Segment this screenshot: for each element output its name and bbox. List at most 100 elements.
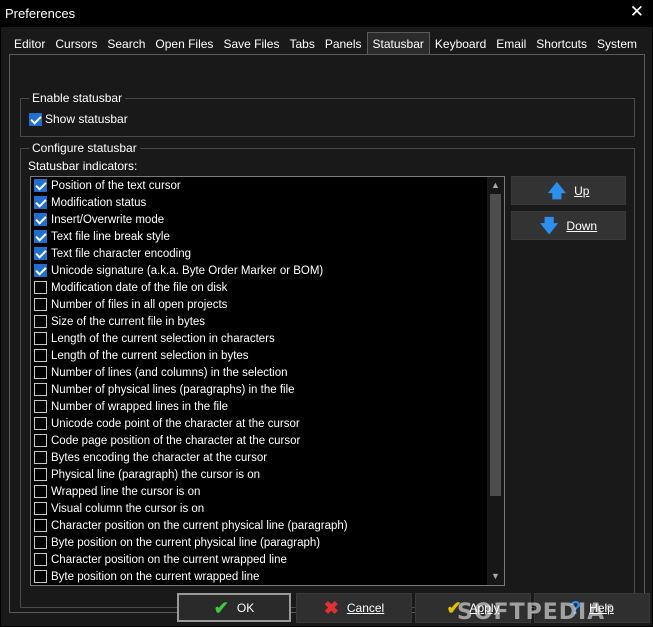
tab-statusbar[interactable]: Statusbar xyxy=(366,32,430,56)
tab-panels[interactable]: Panels xyxy=(320,34,367,54)
list-item[interactable]: Length of the current selection in bytes xyxy=(31,347,487,364)
list-item[interactable]: Insert/Overwrite mode xyxy=(31,211,487,228)
apply-button[interactable]: ✔ Apply xyxy=(415,593,531,623)
checkbox-icon[interactable] xyxy=(34,298,47,311)
vertical-scrollbar[interactable]: ▲ ▼ xyxy=(487,177,504,585)
checkbox-icon[interactable] xyxy=(34,417,47,430)
list-item[interactable]: Number of files in all open projects xyxy=(31,296,487,313)
list-item[interactable]: Text file line break style xyxy=(31,228,487,245)
indicators-list-items: Position of the text cursor Modification … xyxy=(31,177,487,585)
checkbox-icon[interactable] xyxy=(29,112,42,126)
list-item-label: Insert/Overwrite mode xyxy=(51,213,165,226)
list-item-label: Text file line break style xyxy=(51,230,170,243)
checkbox-icon[interactable] xyxy=(34,553,47,566)
list-item-label: Text file character encoding xyxy=(51,247,191,260)
show-statusbar-checkbox[interactable]: Show statusbar xyxy=(29,112,128,126)
checkbox-icon[interactable] xyxy=(34,247,47,260)
list-item[interactable]: Unicode code point of the character at t… xyxy=(31,415,487,432)
title-bar: Preferences ✕ xyxy=(0,0,653,27)
list-item[interactable]: Number of wrapped lines in the file xyxy=(31,398,487,415)
list-item[interactable]: Position of the text cursor xyxy=(31,177,487,194)
enable-statusbar-group: Enable statusbar Show statusbar xyxy=(20,91,635,137)
list-item[interactable]: Text file character encoding xyxy=(31,245,487,262)
list-item-label: Bytes encoding the character at the curs… xyxy=(51,451,268,464)
checkbox-icon[interactable] xyxy=(34,485,47,498)
list-item-label: Code page position of the character at t… xyxy=(51,434,301,447)
checkbox-icon[interactable] xyxy=(34,264,47,277)
tab-strip: Editor Cursors Search Open Files Save Files T… xyxy=(9,32,642,56)
checkbox-icon[interactable] xyxy=(34,570,47,583)
checkbox-icon[interactable] xyxy=(34,383,47,396)
checkbox-icon[interactable] xyxy=(34,179,47,192)
checkbox-icon[interactable] xyxy=(34,230,47,243)
list-item-label: Visual column the cursor is on xyxy=(51,502,205,515)
tab-editor[interactable]: Editor xyxy=(9,34,50,54)
cross-icon: ✖ xyxy=(323,598,339,618)
close-icon[interactable]: ✕ xyxy=(630,2,644,22)
checkbox-icon[interactable] xyxy=(34,349,47,362)
list-item-label: Size of the current file in bytes xyxy=(51,315,206,328)
checkbox-icon[interactable] xyxy=(34,400,47,413)
list-item[interactable]: Code page position of the character at t… xyxy=(31,432,487,449)
scroll-thumb[interactable] xyxy=(490,194,501,496)
checkbox-icon[interactable] xyxy=(34,315,47,328)
checkmark-icon: ✔ xyxy=(213,597,229,618)
up-button-label: Up xyxy=(574,183,590,198)
list-item[interactable]: Modification date of the file on disk xyxy=(31,279,487,296)
down-button-label: Down xyxy=(566,218,598,233)
checkbox-icon[interactable] xyxy=(34,196,47,209)
group-title-configure: Configure statusbar xyxy=(29,141,140,155)
tab-keyboard[interactable]: Keyboard xyxy=(430,34,491,54)
list-item-label: Unicode signature (a.k.a. Byte Order Mar… xyxy=(51,264,324,277)
list-item-label: Number of lines (and columns) in the sel… xyxy=(51,366,288,379)
tab-cursors[interactable]: Cursors xyxy=(50,34,102,54)
configure-statusbar-group: Configure statusbar Statusbar indicators… xyxy=(20,141,635,608)
list-item[interactable]: Unicode signature (a.k.a. Byte Order Mar… xyxy=(31,262,487,279)
checkbox-icon[interactable] xyxy=(34,281,47,294)
down-button[interactable]: 🡇 Down xyxy=(511,211,626,240)
list-item[interactable]: Wrapped line the cursor is on xyxy=(31,483,487,500)
up-button[interactable]: 🡅 Up xyxy=(511,176,626,205)
list-item[interactable]: Visual column the cursor is on xyxy=(31,500,487,517)
list-item[interactable]: Byte position on the current wrapped lin… xyxy=(31,568,487,585)
tab-save-files[interactable]: Save Files xyxy=(218,34,284,54)
checkbox-icon[interactable] xyxy=(34,451,47,464)
help-button[interactable]: ? Help xyxy=(534,593,650,623)
indicators-list[interactable]: Position of the text cursor Modification … xyxy=(30,176,505,586)
checkbox-icon[interactable] xyxy=(34,502,47,515)
list-item-label: Length of the current selection in bytes xyxy=(51,349,249,362)
tab-shortcuts[interactable]: Shortcuts xyxy=(531,34,592,54)
list-item[interactable]: Byte position on the current physical li… xyxy=(31,534,487,551)
list-item[interactable]: Modification status xyxy=(31,194,487,211)
checkbox-icon[interactable] xyxy=(34,468,47,481)
arrow-up-icon: 🡅 xyxy=(547,180,567,201)
ok-button[interactable]: ✔ OK xyxy=(177,593,291,622)
window-title: Preferences xyxy=(5,6,76,21)
list-item[interactable]: Bytes encoding the character at the curs… xyxy=(31,449,487,466)
list-item[interactable]: Character position on the current physic… xyxy=(31,517,487,534)
list-item[interactable]: Character position on the current wrappe… xyxy=(31,551,487,568)
tab-open-files[interactable]: Open Files xyxy=(150,34,218,54)
group-title-enable: Enable statusbar xyxy=(29,91,126,105)
checkbox-icon[interactable] xyxy=(34,536,47,549)
checkbox-icon[interactable] xyxy=(34,434,47,447)
scroll-down-icon[interactable]: ▼ xyxy=(487,568,504,585)
list-item-label: Modification status xyxy=(51,196,147,209)
list-item-label: Character position on the current wrappe… xyxy=(51,553,287,566)
tab-tabs[interactable]: Tabs xyxy=(284,34,319,54)
arrow-down-icon: 🡇 xyxy=(539,215,559,236)
tab-system[interactable]: System xyxy=(592,34,642,54)
checkbox-icon[interactable] xyxy=(34,213,47,226)
tab-email[interactable]: Email xyxy=(491,34,531,54)
checkbox-icon[interactable] xyxy=(34,366,47,379)
list-item[interactable]: Physical line (paragraph) the cursor is … xyxy=(31,466,487,483)
list-item[interactable]: Size of the current file in bytes xyxy=(31,313,487,330)
tab-search[interactable]: Search xyxy=(102,34,150,54)
list-item[interactable]: Number of physical lines (paragraphs) in… xyxy=(31,381,487,398)
checkbox-icon[interactable] xyxy=(34,332,47,345)
cancel-button[interactable]: ✖ Cancel xyxy=(296,593,412,623)
checkbox-icon[interactable] xyxy=(34,519,47,532)
scroll-up-icon[interactable]: ▲ xyxy=(487,177,504,194)
list-item[interactable]: Number of lines (and columns) in the sel… xyxy=(31,364,487,381)
list-item[interactable]: Length of the current selection in chara… xyxy=(31,330,487,347)
